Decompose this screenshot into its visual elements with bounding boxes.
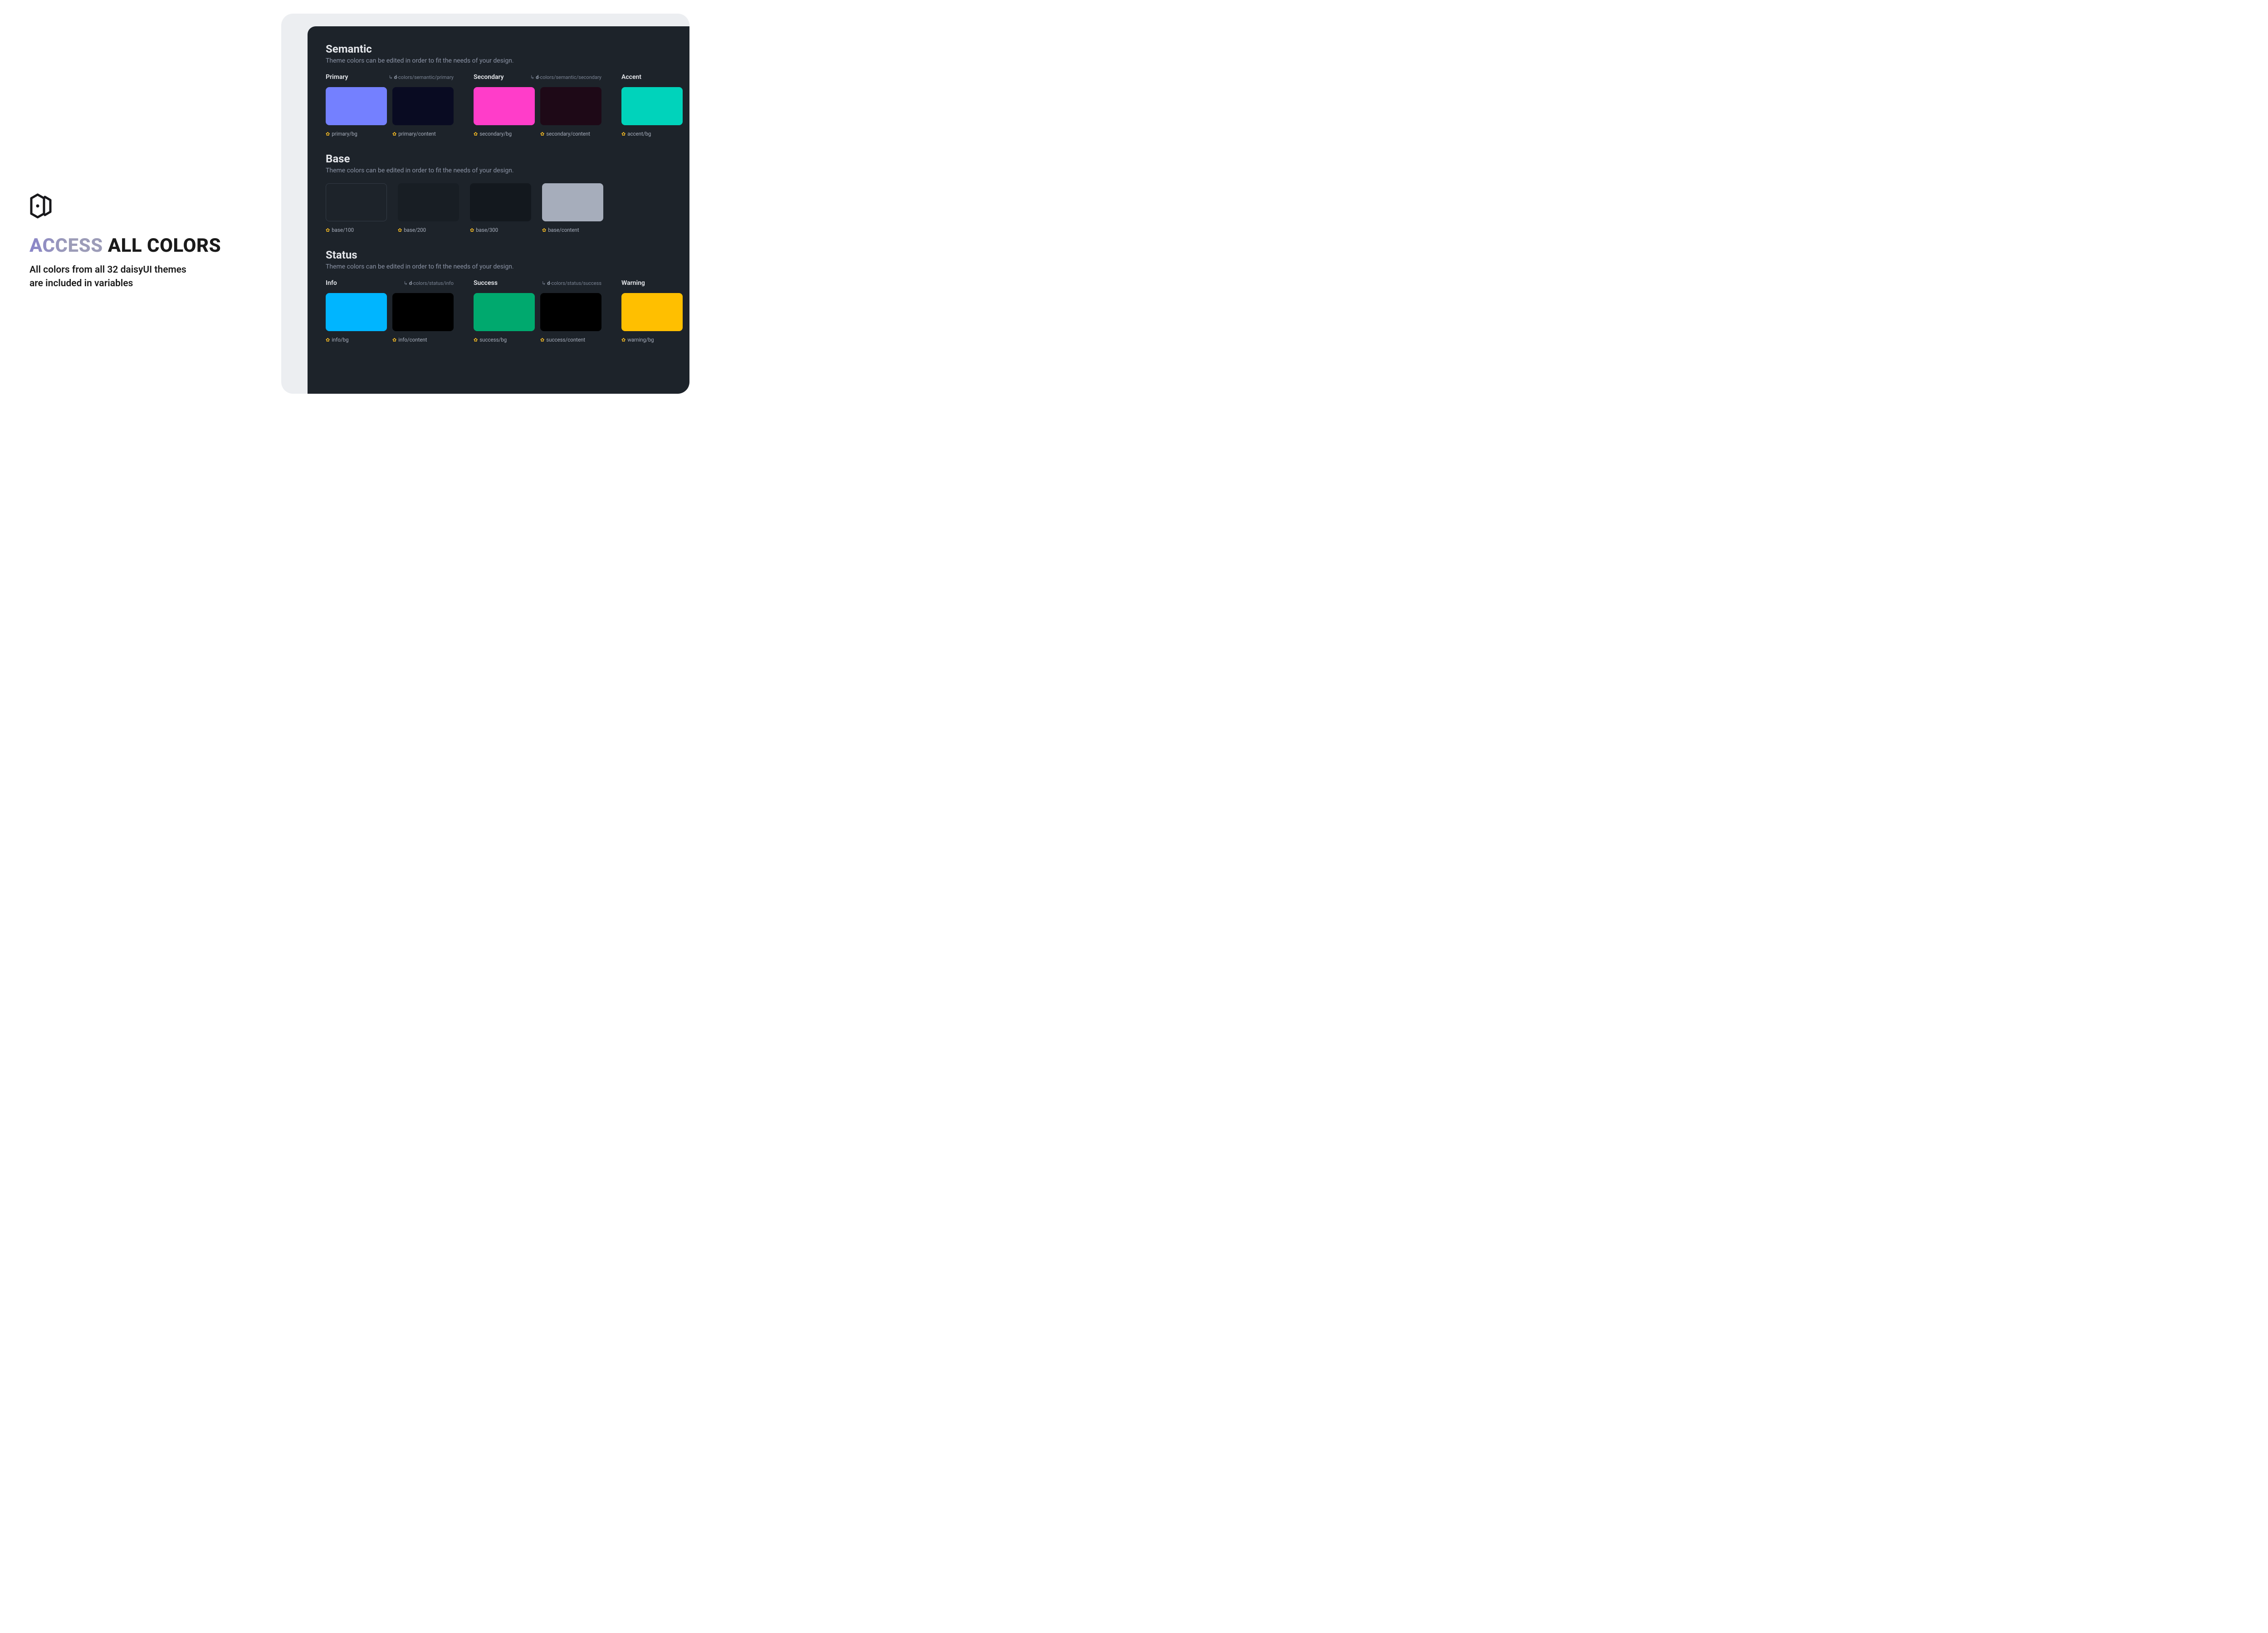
group-name-secondary: Secondary [474,73,504,81]
section-title-base: Base [326,152,689,165]
swatch-base-100[interactable]: ✿base/100 [326,183,387,233]
group-info: Info ↳d-colors/status/info ✿info/bg ✿inf… [326,279,454,343]
swatch-accent-bg[interactable]: ✿accent/bg [621,87,683,137]
group-name-success: Success [474,279,498,287]
swatch-color [326,87,387,125]
variable-icon: ✿ [470,228,474,233]
variable-icon: ✿ [621,337,626,342]
swatch-color [470,183,531,221]
preview-frame: Semantic Theme colors can be edited in o… [281,14,689,394]
marketing-copy: ACCESS ALL COLORS All colors from all 32… [29,193,256,290]
swatch-info-content[interactable]: ✿info/content [392,293,454,343]
headline: ACCESS ALL COLORS [29,235,256,256]
swatch-success-bg[interactable]: ✿success/bg [474,293,535,343]
subheadline: All colors from all 32 daisyUI themes ar… [29,264,256,290]
section-desc-base: Theme colors can be edited in order to f… [326,167,689,174]
variable-icon: ✿ [474,337,478,342]
section-desc-status: Theme colors can be edited in order to f… [326,263,689,270]
variable-icon: ✿ [398,228,402,233]
section-title-semantic: Semantic [326,43,689,55]
swatch-color [326,183,387,221]
group-name-primary: Primary [326,73,348,81]
swatch-primary-bg[interactable]: ✿primary/bg [326,87,387,137]
group-path-success: ↳d-colors/status/success [542,280,601,286]
variable-icon: ✿ [621,132,626,137]
group-name-warning: Warning [621,279,645,287]
swatch-secondary-content[interactable]: ✿secondary/content [540,87,601,137]
color-palette-panel: Semantic Theme colors can be edited in o… [308,26,689,394]
swatch-color [621,87,683,125]
section-title-status: Status [326,249,689,261]
swatch-base-300[interactable]: ✿base/300 [470,183,531,233]
section-desc-semantic: Theme colors can be edited in order to f… [326,57,689,64]
variable-icon: ✿ [542,228,546,233]
group-warning: Warning ✿warning/bg [621,279,683,343]
swatch-primary-content[interactable]: ✿primary/content [392,87,454,137]
swatch-color [474,293,535,331]
group-path-secondary: ↳d-colors/semantic/secondary [530,74,601,80]
group-primary: Primary ↳d-colors/semantic/primary ✿prim… [326,73,454,137]
swatch-color [542,183,603,221]
group-success: Success ↳d-colors/status/success ✿succes… [474,279,601,343]
swatch-color [392,87,454,125]
swatch-color [540,293,601,331]
variable-icon: ✿ [326,228,330,233]
swatch-base-200[interactable]: ✿base/200 [398,183,459,233]
variable-icon: ✿ [392,132,396,137]
daisyui-logo-icon [29,193,256,221]
swatch-base-content[interactable]: ✿base/content [542,183,603,233]
group-path-primary: ↳d-colors/semantic/primary [389,74,454,80]
group-path-info: ↳d-colors/status/info [404,280,454,286]
variable-icon: ✿ [540,132,544,137]
swatch-color [398,183,459,221]
swatch-warning-bg[interactable]: ✿warning/bg [621,293,683,343]
swatch-color [326,293,387,331]
swatch-color [392,293,454,331]
variable-icon: ✿ [392,337,396,342]
semantic-groups: Primary ↳d-colors/semantic/primary ✿prim… [326,73,689,137]
group-name-accent: Accent [621,73,641,81]
base-groups: ✿base/100 ✿base/200 ✿base/300 ✿base/cont… [326,183,689,233]
group-name-info: Info [326,279,337,287]
headline-all: ALL COLORS [108,235,221,257]
status-groups: Info ↳d-colors/status/info ✿info/bg ✿inf… [326,279,689,343]
variable-icon: ✿ [540,337,544,342]
variable-icon: ✿ [326,337,330,342]
group-secondary: Secondary ↳d-colors/semantic/secondary ✿… [474,73,601,137]
swatch-color [621,293,683,331]
group-accent: Accent ✿accent/bg [621,73,683,137]
variable-icon: ✿ [326,132,330,137]
swatch-secondary-bg[interactable]: ✿secondary/bg [474,87,535,137]
swatch-info-bg[interactable]: ✿info/bg [326,293,387,343]
swatch-color [540,87,601,125]
swatch-success-content[interactable]: ✿success/content [540,293,601,343]
variable-icon: ✿ [474,132,478,137]
headline-access: ACCESS [29,235,108,257]
swatch-color [474,87,535,125]
